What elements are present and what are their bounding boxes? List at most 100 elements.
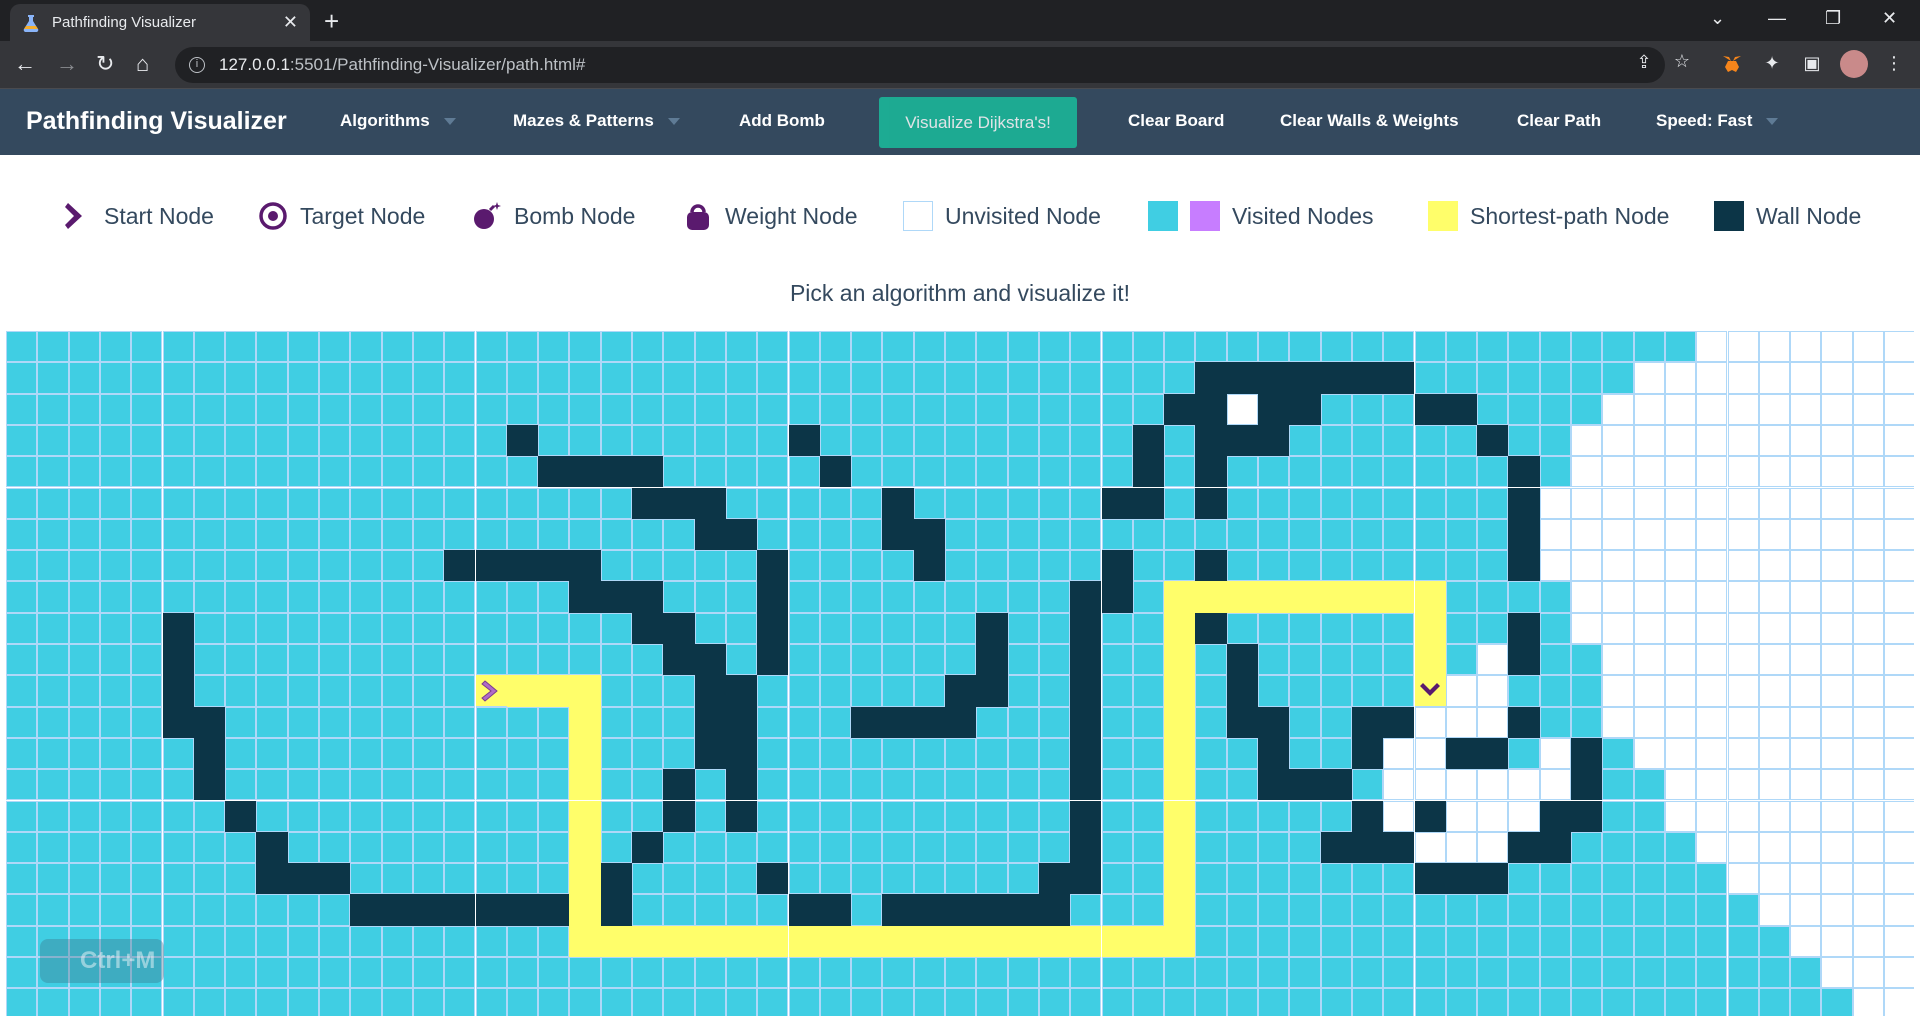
unvisited-cell[interactable]: [1445, 800, 1478, 832]
visited-cell[interactable]: [945, 550, 977, 582]
visited-cell[interactable]: [851, 769, 883, 801]
visited-cell[interactable]: [600, 612, 632, 644]
visited-cell[interactable]: [350, 863, 382, 895]
visited-cell[interactable]: [913, 581, 945, 613]
unvisited-cell[interactable]: [1696, 456, 1728, 488]
visited-cell[interactable]: [225, 331, 257, 363]
visited-cell[interactable]: [1539, 331, 1571, 363]
wall-cell[interactable]: [1226, 424, 1258, 457]
wall-cell[interactable]: [632, 831, 664, 864]
wall-cell[interactable]: [1320, 769, 1352, 801]
visited-cell[interactable]: [1101, 894, 1133, 926]
shortest-path-cell[interactable]: [1164, 769, 1196, 801]
visited-cell[interactable]: [1070, 424, 1102, 457]
visited-cell[interactable]: [6, 518, 38, 551]
shortest-path-cell[interactable]: [569, 769, 601, 801]
visited-cell[interactable]: [256, 988, 288, 1016]
visited-cell[interactable]: [225, 518, 257, 551]
visited-cell[interactable]: [913, 675, 945, 707]
visited-cell[interactable]: [444, 957, 476, 989]
visited-cell[interactable]: [1320, 957, 1352, 989]
visited-cell[interactable]: [131, 487, 163, 519]
visited-cell[interactable]: [663, 675, 695, 707]
visited-cell[interactable]: [256, 581, 288, 613]
wall-cell[interactable]: [1289, 393, 1321, 425]
visited-cell[interactable]: [225, 863, 257, 895]
unvisited-cell[interactable]: [1790, 612, 1822, 644]
visited-cell[interactable]: [381, 393, 413, 425]
visited-cell[interactable]: [37, 362, 69, 394]
visited-cell[interactable]: [694, 894, 726, 926]
wall-cell[interactable]: [444, 894, 476, 926]
back-icon[interactable]: ←: [14, 51, 36, 77]
visited-cell[interactable]: [632, 769, 664, 801]
visited-cell[interactable]: [694, 581, 726, 613]
unvisited-cell[interactable]: [1664, 424, 1697, 457]
restore-icon[interactable]: ❐: [1825, 8, 1841, 29]
visited-cell[interactable]: [99, 706, 132, 738]
visited-cell[interactable]: [1633, 863, 1665, 895]
visited-cell[interactable]: [725, 863, 758, 895]
unvisited-cell[interactable]: [1633, 675, 1665, 707]
minimize-icon[interactable]: —: [1768, 8, 1786, 29]
visited-cell[interactable]: [1226, 831, 1258, 864]
visited-cell[interactable]: [68, 331, 100, 363]
visited-cell[interactable]: [193, 863, 226, 895]
visited-cell[interactable]: [976, 706, 1008, 738]
wall-cell[interactable]: [1258, 706, 1290, 738]
visited-cell[interactable]: [381, 831, 413, 864]
visited-cell[interactable]: [444, 518, 476, 551]
wall-cell[interactable]: [663, 612, 695, 644]
visited-cell[interactable]: [319, 831, 351, 864]
shortest-path-cell[interactable]: [1070, 925, 1102, 957]
visited-cell[interactable]: [162, 831, 194, 864]
visited-cell[interactable]: [412, 362, 445, 394]
visited-cell[interactable]: [319, 737, 351, 770]
speed-dropdown[interactable]: Speed: Fast: [1656, 111, 1779, 131]
wall-cell[interactable]: [569, 550, 601, 582]
shortest-path-cell[interactable]: [976, 925, 1008, 957]
visited-cell[interactable]: [1289, 331, 1321, 363]
visited-cell[interactable]: [1038, 518, 1071, 551]
visited-cell[interactable]: [1132, 393, 1165, 425]
visited-cell[interactable]: [1132, 831, 1165, 864]
unvisited-cell[interactable]: [1696, 518, 1728, 551]
visited-cell[interactable]: [1289, 988, 1321, 1016]
wall-cell[interactable]: [1226, 644, 1258, 676]
visited-cell[interactable]: [37, 393, 69, 425]
visited-cell[interactable]: [1195, 518, 1227, 551]
visited-cell[interactable]: [256, 393, 288, 425]
visited-cell[interactable]: [1539, 863, 1571, 895]
unvisited-cell[interactable]: [1821, 831, 1853, 864]
visited-cell[interactable]: [444, 424, 476, 457]
visited-cell[interactable]: [1195, 644, 1227, 676]
unvisited-cell[interactable]: [1477, 644, 1509, 676]
visited-cell[interactable]: [1101, 424, 1133, 457]
wall-cell[interactable]: [381, 894, 413, 926]
visited-cell[interactable]: [1445, 550, 1478, 582]
unvisited-cell[interactable]: [1758, 612, 1791, 644]
visited-cell[interactable]: [1164, 988, 1196, 1016]
visited-cell[interactable]: [350, 331, 382, 363]
visited-cell[interactable]: [882, 737, 914, 770]
wall-cell[interactable]: [1070, 863, 1102, 895]
wall-cell[interactable]: [538, 894, 570, 926]
visited-cell[interactable]: [1320, 644, 1352, 676]
visited-cell[interactable]: [193, 456, 226, 488]
unvisited-cell[interactable]: [1790, 581, 1822, 613]
visited-cell[interactable]: [37, 644, 69, 676]
visited-cell[interactable]: [6, 957, 38, 989]
visited-cell[interactable]: [1383, 863, 1415, 895]
visited-cell[interactable]: [131, 988, 163, 1016]
visited-cell[interactable]: [37, 581, 69, 613]
visited-cell[interactable]: [538, 769, 570, 801]
visited-cell[interactable]: [663, 362, 695, 394]
visited-cell[interactable]: [1038, 800, 1071, 832]
unvisited-cell[interactable]: [1508, 769, 1540, 801]
profile-avatar[interactable]: [1840, 50, 1868, 78]
visited-cell[interactable]: [1445, 518, 1478, 551]
visited-cell[interactable]: [976, 331, 1008, 363]
visited-cell[interactable]: [350, 925, 382, 957]
visited-cell[interactable]: [1070, 550, 1102, 582]
shortest-path-cell[interactable]: [1320, 581, 1352, 613]
